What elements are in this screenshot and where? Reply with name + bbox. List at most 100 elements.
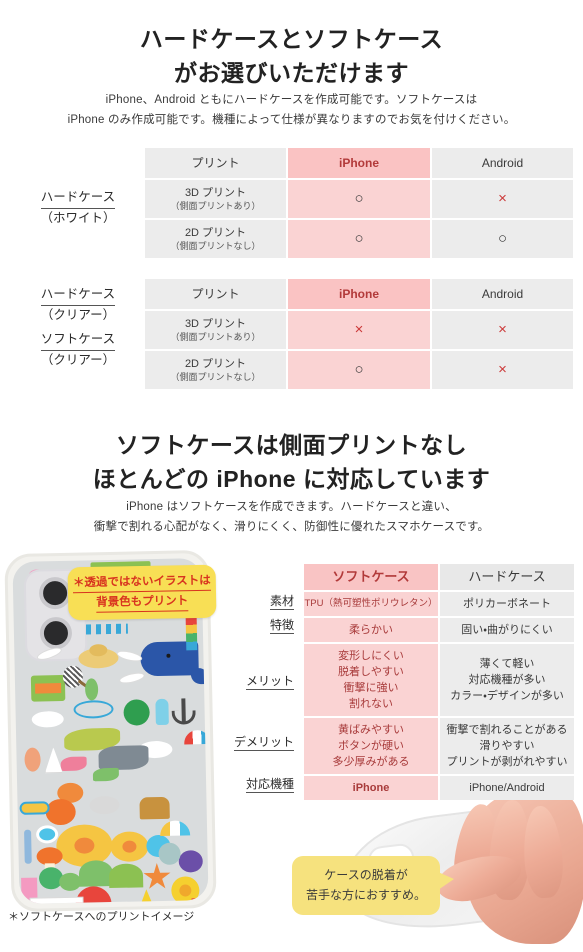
table-clear-r2-print: 2D プリント （側面プリントなし） <box>145 351 286 389</box>
section2-heading: ソフトケースは側面プリントなし ほとんどの iPhone に対応しています <box>0 428 583 496</box>
sticker-starfish <box>143 863 172 892</box>
circle-icon: ○ <box>354 189 364 207</box>
sticker-bicycle <box>73 699 114 719</box>
sticker-shark <box>98 745 149 771</box>
sticker-octopus <box>45 798 76 826</box>
section1-heading-line2: がお選びいただけます <box>174 60 409 86</box>
sticker-beach-umbrella-1 <box>184 729 209 745</box>
table-clear-r2-print-main: 2D プリント <box>184 358 247 370</box>
section2-lead-line1: iPhone はソフトケースを作成できます。ハードケースと違い、 <box>126 501 457 513</box>
spec-merit-hard: 薄くて軽い 対応機種が多い カラー・デザインが多い <box>440 644 574 716</box>
sticker-cruise-ship <box>29 896 84 904</box>
table-white-r1-iphone: ○ <box>288 180 430 218</box>
sticker-sailboat-small <box>44 747 63 773</box>
spec-supported-hard: iPhone/Android <box>440 776 574 800</box>
sticker-suitcase-band <box>34 683 62 694</box>
spec-label-supported: 対応機種 <box>245 777 294 793</box>
section2-lead: iPhone はソフトケースを作成できます。ハードケースと違い、 衝撃で割れる心… <box>0 497 583 537</box>
section1-lead: iPhone、Android ともにハードケースを作成可能です。ソフトケースは … <box>0 90 583 130</box>
table-white-header-iphone: iPhone <box>288 148 430 178</box>
table-clear-row-label: ハードケース （クリアー） ソフトケース （クリアー） <box>14 285 142 370</box>
table-row: 2D プリント （側面プリントなし） ○ × <box>145 351 573 389</box>
circle-icon: ○ <box>354 360 364 378</box>
spec-supported-soft: iPhone <box>304 776 438 800</box>
table-clear-r1-print-main: 3D プリント <box>184 318 247 330</box>
sticker-hill-2 <box>108 863 144 889</box>
spec-demerit-hard-line3: プリントが剥がれやすい <box>446 756 568 768</box>
camera-lens-bottom <box>39 616 73 650</box>
table-white-row-label-line1: ハードケース <box>40 188 116 209</box>
spec-merit-hard-line3: カラー・デザインが多い <box>450 690 564 702</box>
cross-icon: × <box>498 360 507 378</box>
spec-demerit-soft-line1: 黄ばみやすい <box>338 724 404 736</box>
sticker-net <box>62 665 84 688</box>
camera-lens-top <box>38 576 72 610</box>
spec-merit-soft-line4: 割れない <box>349 698 393 710</box>
table-clear-row-label-line1: ハードケース <box>40 285 116 306</box>
cross-icon: × <box>354 320 364 338</box>
sticker-grapes <box>178 850 203 873</box>
sticker-koala <box>158 842 181 866</box>
callout-recommend-line1: ケースの脱着が <box>324 868 408 882</box>
sticker-tree-2 <box>58 872 82 892</box>
section2-heading-line1: ソフトケースは側面プリントなし <box>115 432 468 458</box>
callout-print-note: ＊透過ではないイラストは 背景色もプリント <box>67 564 217 621</box>
callout-recommend-line2: 苦手な方におすすめ。 <box>305 888 426 902</box>
sticker-anchor-arc <box>171 710 196 725</box>
sticker-treasure-chest <box>139 796 170 820</box>
table-row: 3D プリント （側面プリントあり） ○ × <box>145 180 573 218</box>
section1-heading-line1: ハードケースとソフトケース <box>139 26 444 52</box>
spec-merit-soft-line1: 変形しにくい <box>338 650 404 662</box>
sticker-watermelon <box>123 699 150 726</box>
sticker-seagull-3 <box>118 670 146 686</box>
table-white-r1-print-main: 3D プリント <box>184 187 247 199</box>
table-clear-r1-iphone: × <box>288 311 430 349</box>
table-clear-header-print: プリント <box>145 279 286 309</box>
callout-recommend-bubble: ケースの脱着が 苦手な方におすすめ。 <box>292 856 440 915</box>
table-white-r1-print-sub: （側面プリントあり） <box>170 201 261 211</box>
table-clear: プリント iPhone Android 3D プリント （側面プリントあり） ×… <box>143 277 575 391</box>
sticker-fork <box>24 829 32 864</box>
table-row: iPhone iPhone/Android <box>304 776 574 800</box>
table-clear-r1-android: × <box>432 311 573 349</box>
section2-lead-line2: 衝撃で割れる心配がなく、滑りにくく、防御性に優れたスマホケースです。 <box>93 521 490 533</box>
spec-merit-hard-line1: 薄くて軽い <box>479 658 535 670</box>
table-clear-row-label-line2: （クリアー） <box>40 308 116 322</box>
sticker-seagull-2 <box>115 648 144 664</box>
sticker-cyclist <box>84 678 99 701</box>
table-clear-r1-print-sub: （側面プリントあり） <box>170 332 261 342</box>
spec-material-hard: ポリカーボネート <box>440 592 574 616</box>
spec-merit-hard-line2: 対応機種が多い <box>468 674 546 686</box>
sticker-wave <box>85 623 128 635</box>
sticker-beach-umbrella-2 <box>159 820 191 836</box>
spec-header-soft: ソフトケース <box>304 564 438 590</box>
circle-icon: ○ <box>497 229 508 247</box>
sticker-lifebuoy <box>35 825 59 844</box>
table-white: プリント iPhone Android 3D プリント （側面プリントあり） ○… <box>143 146 575 260</box>
table-clear-r1-print: 3D プリント （側面プリントあり） <box>145 311 286 349</box>
table-row: 黄ばみやすい ボタンが硬い 多少厚みがある 衝撃で割れることがある 滑りやすい … <box>304 718 574 774</box>
table-white-row-label-line2: （ホワイト） <box>40 211 116 225</box>
table-row: 変形しにくい 脱着しやすい 衝撃に強い 割れない 薄くて軽い 対応機種が多い カ… <box>304 644 574 716</box>
table-clear-r2-iphone: ○ <box>288 351 430 389</box>
section1-lead-line1: iPhone、Android ともにハードケースを作成可能です。ソフトケースは <box>105 94 478 106</box>
table-white-row-label: ハードケース （ホワイト） <box>14 188 142 228</box>
table-white-r2-print: 2D プリント （側面プリントなし） <box>145 220 286 258</box>
sticker-popsicle <box>155 698 169 726</box>
table-row: ソフトケース ハードケース <box>304 564 574 590</box>
spec-comparison-table: ソフトケース ハードケース TPU（熱可塑性ポリウレタン） ポリカーボネート 柔… <box>302 562 576 802</box>
spec-demerit-hard-line2: 滑りやすい <box>479 740 535 752</box>
table-clear-row-label-line3: ソフトケース <box>40 330 116 351</box>
speech-bubble-tail <box>438 872 454 890</box>
spec-demerit-soft-line3: 多少厚みがある <box>332 756 410 768</box>
table-white-r1-print: 3D プリント （側面プリントあり） <box>145 180 286 218</box>
spec-demerit-hard: 衝撃で割れることがある 滑りやすい プリントが剥がれやすい <box>440 718 574 774</box>
table-white-r2-android: ○ <box>432 220 573 258</box>
sticker-fish-pink <box>60 756 87 772</box>
table-clear-header-android: Android <box>432 279 573 309</box>
table-clear-r2-android: × <box>432 351 573 389</box>
spec-label-feature: 特徴 <box>269 618 294 634</box>
sticker-hill-1 <box>78 859 114 887</box>
spec-label-demerit: デメリット <box>233 735 294 751</box>
table-white-r2-print-sub: （側面プリントなし） <box>170 241 261 251</box>
